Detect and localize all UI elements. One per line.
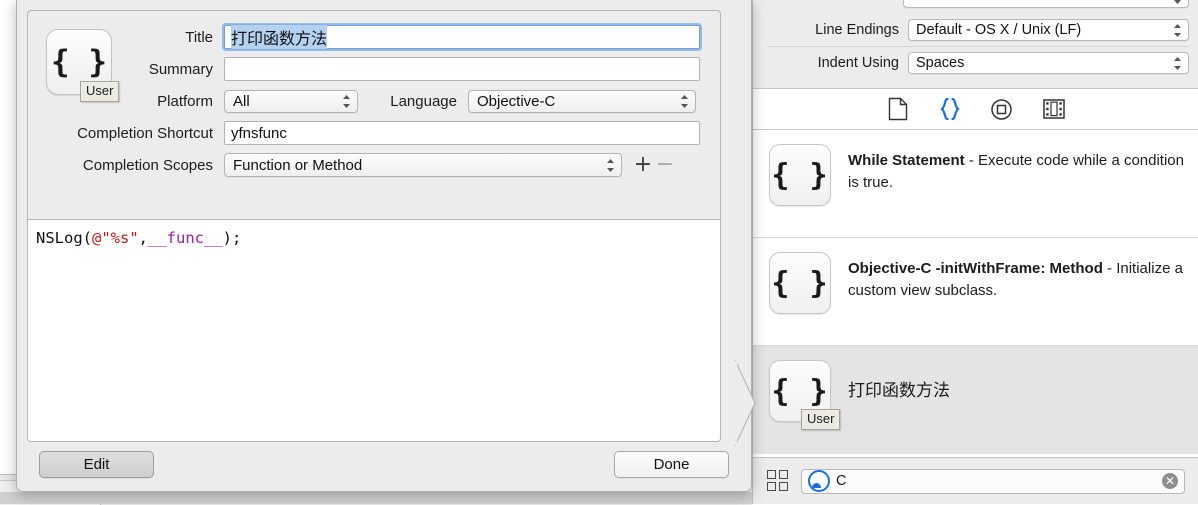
scope-circle-icon[interactable] <box>808 470 830 492</box>
file-template-icon[interactable] <box>885 96 911 122</box>
inspector-popup-partial[interactable] <box>903 0 1189 8</box>
completion-scopes-value: Function or Method <box>233 156 363 174</box>
snippet-icon-glyph: { } <box>771 265 829 301</box>
snippet-title: While Statement <box>848 152 965 169</box>
form-row-completion-shortcut: Completion Shortcut yfnsfunc <box>28 119 720 147</box>
snippet-braces-icon: { } <box>769 252 831 314</box>
line-endings-label: Line Endings <box>815 22 899 38</box>
user-badge: User <box>80 81 120 102</box>
completion-scopes-label: Completion Scopes <box>82 156 213 174</box>
done-button[interactable]: Done <box>614 451 729 478</box>
edit-button[interactable]: Edit <box>39 451 154 478</box>
snippet-icon-glyph: { } <box>771 373 829 409</box>
user-badge: User <box>801 409 841 430</box>
list-item[interactable]: { } Objective-C -initWithFrame: Method -… <box>753 238 1198 346</box>
snippet-separator: - <box>1102 260 1117 277</box>
snippet-text: Objective-C -initWithFrame: Method - Ini… <box>831 252 1184 302</box>
completion-shortcut-label: Completion Shortcut <box>77 124 213 142</box>
snippet-title: 打印函数方法 <box>848 381 950 401</box>
chevron-updown-icon <box>606 157 615 173</box>
media-icon[interactable] <box>1041 96 1067 122</box>
code-token-call: NSLog( <box>36 229 92 247</box>
code-token-macro: __func__ <box>148 229 223 247</box>
inspector-row-indent-using: Indent Using Spaces <box>753 48 1198 78</box>
snippet-form: { } User Title 打印函数方法 Summary Platform A… <box>28 11 720 219</box>
grid-icon[interactable] <box>767 470 789 492</box>
code-token-string: @"%s" <box>92 229 139 247</box>
window-bottom-edge <box>0 492 752 504</box>
chevron-updown-icon <box>1173 0 1182 5</box>
language-value: Objective-C <box>477 92 556 110</box>
platform-select[interactable]: All <box>224 89 358 113</box>
snippet-separator: - <box>964 152 979 169</box>
utilities-panel: Line Endings Default - OS X / Unix (LF) … <box>752 0 1198 504</box>
inspector-divider <box>767 46 1188 47</box>
code-line: NSLog(@"%s",__func__); <box>36 228 720 248</box>
platform-label: Platform <box>157 92 213 110</box>
code-snippet-library-list[interactable]: { } While Statement - Execute code while… <box>753 130 1198 457</box>
summary-input[interactable] <box>224 57 700 81</box>
list-item[interactable]: { } User 打印函数方法 <box>753 346 1198 454</box>
grid-cell <box>767 470 776 479</box>
file-inspector-section: Line Endings Default - OS X / Unix (LF) … <box>753 0 1198 88</box>
completion-shortcut-value: yfnsfunc <box>231 124 287 142</box>
completion-shortcut-input[interactable]: yfnsfunc <box>224 121 700 145</box>
chevron-updown-icon <box>680 93 689 109</box>
snippet-icon-glyph: { } <box>771 157 829 193</box>
title-input[interactable]: 打印函数方法 <box>222 23 702 51</box>
snippet-editor-body: { } User Title 打印函数方法 Summary Platform A… <box>27 10 721 442</box>
inspector-row-line-endings: Line Endings Default - OS X / Unix (LF) <box>753 15 1198 45</box>
indent-using-popup[interactable]: Spaces <box>908 52 1189 74</box>
grid-cell <box>779 482 788 491</box>
add-scope-button[interactable]: + <box>632 154 654 176</box>
snippet-braces-icon: { } <box>769 144 831 206</box>
indent-using-value: Spaces <box>916 55 965 71</box>
form-row-title: Title 打印函数方法 <box>28 23 720 51</box>
library-search-field[interactable]: C ✕ <box>801 468 1185 494</box>
chevron-updown-icon <box>1173 22 1182 38</box>
library-bottom-bar: C ✕ <box>753 457 1198 504</box>
snippet-code-editor[interactable]: NSLog(@"%s",__func__); <box>28 219 720 441</box>
search-input[interactable]: C <box>836 473 846 489</box>
snippet-title: Objective-C -initWithFrame: Method <box>848 260 1103 277</box>
snippet-text: While Statement - Execute code while a c… <box>831 144 1184 194</box>
language-select[interactable]: Objective-C <box>468 89 696 113</box>
form-row-summary: Summary <box>28 55 720 83</box>
grid-cell <box>779 470 788 479</box>
title-value: 打印函数方法 <box>231 24 328 50</box>
indent-using-label: Indent Using <box>817 55 899 71</box>
clear-search-icon[interactable]: ✕ <box>1162 473 1178 489</box>
chevron-updown-icon <box>1173 55 1182 71</box>
platform-value: All <box>233 92 250 110</box>
grid-cell <box>767 482 776 491</box>
object-icon[interactable] <box>989 96 1015 122</box>
form-row-completion-scopes: Completion Scopes Function or Method + − <box>28 151 720 179</box>
snippet-icon-glyph: { } <box>51 44 107 80</box>
snippet-braces-icon: { } User <box>769 360 841 430</box>
line-endings-value: Default - OS X / Unix (LF) <box>916 22 1082 38</box>
snippet-editor-popover: { } User Title 打印函数方法 Summary Platform A… <box>16 0 752 492</box>
code-snippet-icon[interactable] <box>937 96 963 122</box>
popover-footer: Edit Done <box>17 443 751 491</box>
completion-scopes-select[interactable]: Function or Method <box>224 153 622 177</box>
remove-scope-button: − <box>655 152 675 177</box>
form-row-platform-language: Platform All Language Objective-C <box>28 87 720 115</box>
chevron-updown-icon <box>342 93 351 109</box>
code-token-comma: , <box>138 229 149 247</box>
library-toolbar <box>753 88 1198 130</box>
snippet-braces-icon: { } User <box>46 29 120 102</box>
language-label: Language <box>390 92 457 110</box>
line-endings-popup[interactable]: Default - OS X / Unix (LF) <box>908 19 1189 41</box>
list-item[interactable]: { } While Statement - Execute code while… <box>753 130 1198 238</box>
code-token-end: ); <box>222 229 242 247</box>
